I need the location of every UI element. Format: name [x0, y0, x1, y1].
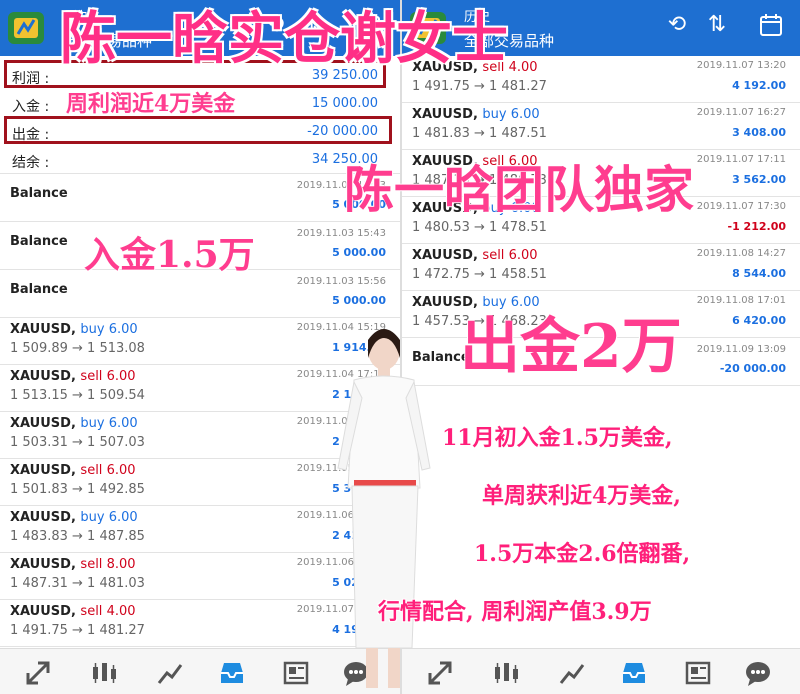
promo-title: 陈一晗实仓谢女士 — [60, 6, 508, 72]
trade-profit: -1 212.00 — [727, 220, 787, 233]
promo-note: 单周获利近4万美金, — [482, 483, 681, 509]
promo-note: 11月初入金1.5万美金, — [442, 425, 673, 451]
price-range: 1 491.75 → 1 481.27 — [412, 79, 547, 94]
withdraw-label: 出金2万 — [460, 312, 682, 382]
trade-profit: 8 544.00 — [732, 267, 786, 280]
trade-side: buy 6.00 — [80, 416, 138, 431]
trade-nav-icon[interactable] — [24, 659, 52, 687]
weekly-profit-label: 周利润近4万美金 — [66, 91, 236, 117]
balance-row[interactable]: Balance 2019.11.03 15:43 5 000.00 — [0, 174, 400, 222]
price-range: 1 513.15 → 1 509.54 — [10, 388, 145, 403]
trend-nav-icon[interactable] — [156, 659, 184, 687]
clock-history-icon[interactable]: ⟲ — [664, 12, 690, 38]
trade-side: sell 6.00 — [80, 369, 136, 384]
trade-side: buy 6.00 — [80, 322, 138, 337]
trade-profit: 3 408.00 — [732, 126, 786, 139]
trade-side: buy 6.00 — [80, 510, 138, 525]
promo-note: 行情配合, 周利润产值3.9万 — [378, 599, 652, 625]
woman-figure — [337, 329, 431, 688]
price-range: 1 487.31 → 1 481.03 — [10, 576, 145, 591]
trade-side: buy 6.00 — [482, 107, 540, 122]
trade-date: 2019.11.07 17:30 — [696, 201, 786, 212]
trade-date: 2019.11.07 17:11 — [696, 154, 786, 165]
deposit-label: 入金1.5万 — [84, 234, 255, 276]
promo-note: 1.5万本金2.6倍翻番, — [474, 541, 691, 567]
symbol: XAUUSD, — [10, 557, 76, 572]
trend-nav-icon[interactable] — [558, 659, 586, 687]
inbox-nav-icon[interactable] — [620, 659, 648, 687]
price-range: 1 503.31 → 1 507.03 — [10, 435, 145, 450]
trade-profit: 6 420.00 — [732, 314, 786, 327]
symbol: XAUUSD, — [10, 416, 76, 431]
price-range: 1 480.53 → 1 478.51 — [412, 220, 547, 235]
bottom-nav — [402, 648, 800, 694]
trade-side: sell 8.00 — [80, 557, 136, 572]
logo-icon — [8, 12, 44, 44]
trade-date: 2019.11.07 13:20 — [696, 60, 786, 71]
trade-row[interactable]: XAUUSD, sell 6.00 1 472.75 → 1 458.51 2019… — [402, 244, 800, 291]
inbox-nav-icon[interactable] — [218, 659, 246, 687]
symbol: XAUUSD, — [412, 248, 478, 263]
price-range: 1 483.83 → 1 487.85 — [10, 529, 145, 544]
summary-balance: 结余 : 34 250.00 — [0, 146, 400, 174]
symbol: XAUUSD, — [412, 107, 478, 122]
calendar-icon[interactable] — [758, 12, 784, 38]
chart-nav-icon[interactable] — [492, 659, 520, 687]
symbol: XAUUSD, — [10, 604, 76, 619]
trade-side: sell 6.00 — [482, 248, 538, 263]
price-range: 1 491.75 → 1 481.27 — [10, 623, 145, 638]
price-range: 1 472.75 → 1 458.51 — [412, 267, 547, 282]
trade-row[interactable]: XAUUSD, buy 6.00 1 481.83 → 1 487.51 2019.… — [402, 103, 800, 150]
symbol: XAUUSD, — [10, 463, 76, 478]
trade-side: sell 4.00 — [80, 604, 136, 619]
symbol: XAUUSD, — [10, 510, 76, 525]
chart-nav-icon[interactable] — [90, 659, 118, 687]
trade-date: 2019.11.08 14:27 — [696, 248, 786, 259]
trade-profit: 3 562.00 — [732, 173, 786, 186]
sort-icon[interactable]: ⇅ — [704, 12, 730, 38]
news-nav-icon[interactable] — [282, 659, 310, 687]
symbol: XAUUSD, — [10, 369, 76, 384]
symbol: XAUUSD, — [10, 322, 76, 337]
trade-date: 2019.11.07 16:27 — [696, 107, 786, 118]
news-nav-icon[interactable] — [684, 659, 712, 687]
trade-side: sell 6.00 — [80, 463, 136, 478]
team-exclusive-label: 陈一晗团队独家 — [344, 160, 694, 219]
price-range: 1 509.89 → 1 513.08 — [10, 341, 145, 356]
trade-profit: 4 192.00 — [732, 79, 786, 92]
price-range: 1 481.83 → 1 487.51 — [412, 126, 547, 141]
trade-date: 2019.11.08 17:01 — [696, 295, 786, 306]
price-range: 1 501.83 → 1 492.85 — [10, 482, 145, 497]
withdrawal-highlight-box — [4, 116, 392, 144]
chat-nav-icon[interactable] — [744, 659, 772, 687]
